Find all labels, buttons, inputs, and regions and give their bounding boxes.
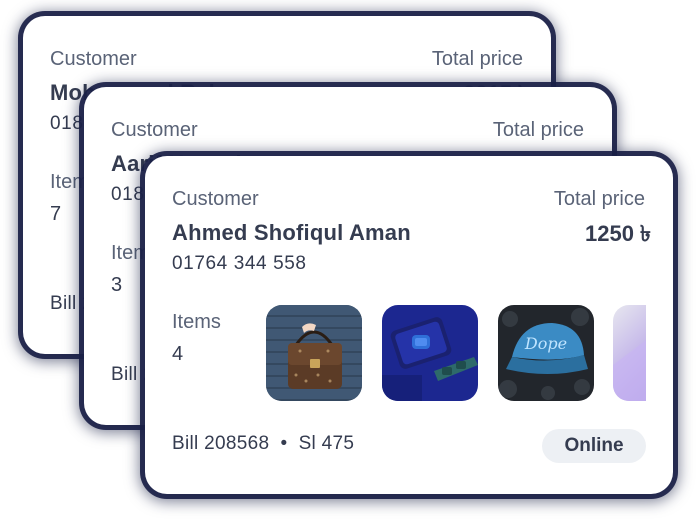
items-label: Items (172, 311, 221, 333)
total-price-label: Total price (492, 119, 584, 141)
customer-label: Customer (172, 188, 259, 210)
total-price-label: Total price (553, 188, 645, 210)
customer-name: Ahmed Shofiqul Aman (172, 220, 411, 245)
items-count: 3 (111, 274, 123, 296)
handbag-image[interactable] (266, 305, 362, 401)
customer-phone: 01764 344 558 (172, 253, 307, 274)
customer-label: Customer (111, 119, 198, 141)
phone-gadgets-image[interactable] (382, 305, 478, 401)
item-thumbnails[interactable]: Dope (266, 305, 646, 401)
items-count: 7 (50, 203, 62, 225)
items-count: 4 (172, 343, 184, 365)
orders-stack: Customer Total price Mohammad Rahman 231… (0, 0, 696, 519)
customer-label: Customer (50, 48, 137, 70)
total-price-label: Total price (431, 48, 523, 70)
bill-info: Bill 208568 • Sl 475 (172, 433, 355, 454)
dope-cap-image[interactable]: Dope (498, 305, 594, 401)
total-price: 1250 ৳ (584, 221, 651, 246)
online-status-badge[interactable]: Online (542, 429, 646, 463)
holographic-item-image[interactable] (613, 305, 646, 401)
svg-text:Dope: Dope (524, 334, 567, 353)
order-card-front[interactable]: Customer Total price Ahmed Shofiqul Aman… (145, 156, 673, 494)
